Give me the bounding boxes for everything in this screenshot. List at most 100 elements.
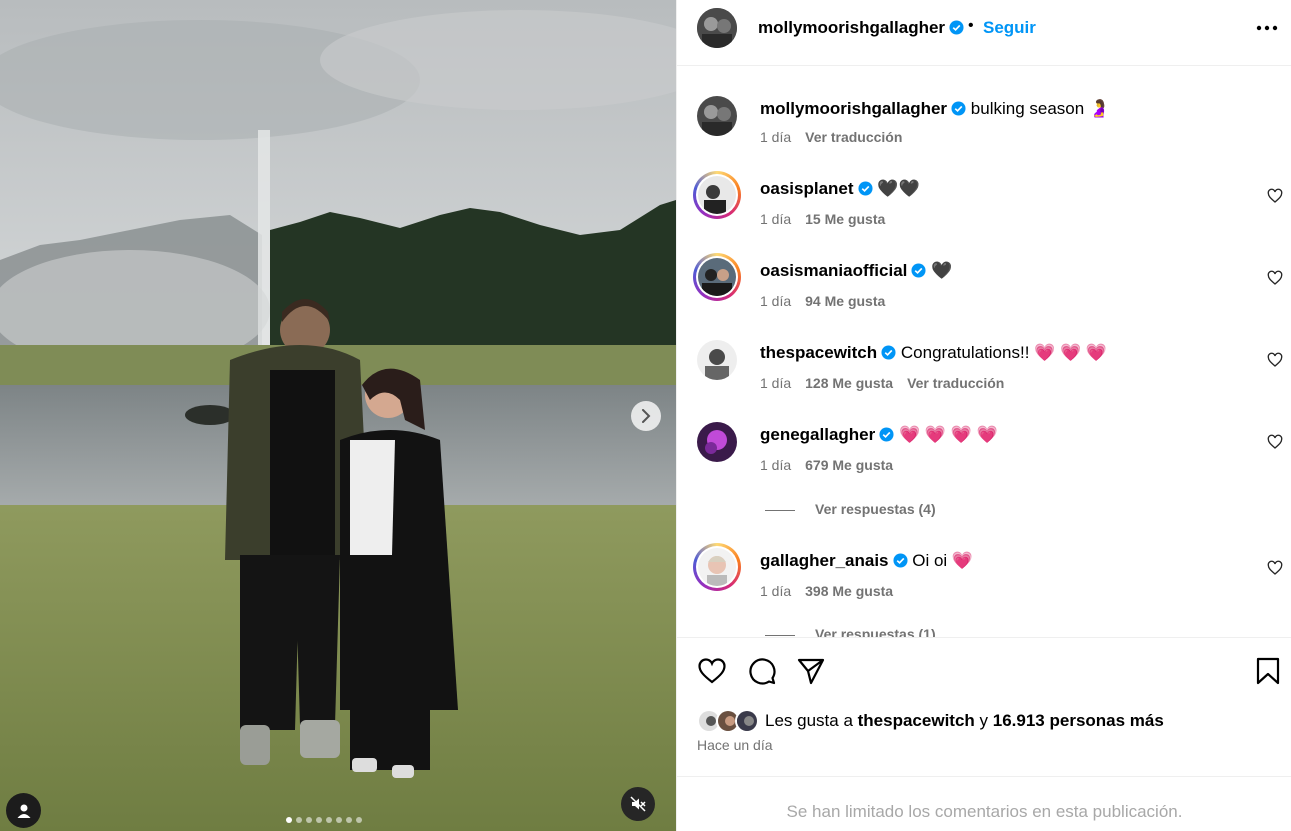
like-comment-heart-icon[interactable] bbox=[1267, 434, 1283, 450]
comment-username[interactable]: oasisplanet bbox=[760, 179, 854, 198]
user-icon bbox=[17, 804, 30, 818]
author-avatar[interactable] bbox=[697, 8, 737, 48]
comment-meta: 1 día 679 Me gusta bbox=[760, 457, 907, 473]
commenter-avatar bbox=[698, 548, 736, 586]
like-comment-heart-icon[interactable] bbox=[1267, 270, 1283, 286]
carousel-dot bbox=[326, 817, 332, 823]
comment-likes[interactable]: 15 Me gusta bbox=[805, 211, 885, 227]
view-replies-button[interactable]: Ver respuestas (4) bbox=[765, 501, 936, 517]
post-photo bbox=[0, 0, 676, 831]
liker-avatar bbox=[735, 709, 759, 733]
liker-avatars[interactable] bbox=[697, 708, 763, 734]
comment-username[interactable]: thespacewitch bbox=[760, 343, 877, 362]
comment-item: oasismaniaofficial 🖤 1 día 94 Me gusta bbox=[677, 253, 1291, 313]
verified-badge-icon bbox=[892, 553, 908, 568]
comment-username[interactable]: gallagher_anais bbox=[760, 551, 889, 570]
carousel-dot bbox=[306, 817, 312, 823]
story-ring[interactable] bbox=[693, 171, 741, 219]
story-ring[interactable] bbox=[693, 253, 741, 301]
post-timestamp: Hace un día bbox=[697, 737, 773, 753]
comment-meta: 1 día 398 Me gusta bbox=[760, 583, 907, 599]
caption-meta: 1 día Ver traducción bbox=[760, 129, 916, 145]
carousel-dot bbox=[346, 817, 352, 823]
caption-text: bulking season 🤰 bbox=[970, 99, 1111, 118]
comment-time: 1 día bbox=[760, 583, 792, 599]
verified-badge-icon bbox=[951, 101, 966, 116]
caption-time: 1 día bbox=[760, 129, 792, 145]
post-header: mollymoorishgallagher • Seguir bbox=[677, 0, 1291, 66]
caption-text-line: mollymoorishgallagher bulking season 🤰 bbox=[760, 99, 1110, 119]
translate-link[interactable]: Ver traducción bbox=[907, 375, 1004, 391]
replies-divider bbox=[765, 509, 795, 511]
verified-badge-icon bbox=[858, 181, 873, 196]
like-comment-heart-icon[interactable] bbox=[1267, 560, 1283, 576]
comment-text: Congratulations!! 💗 💗 💗 bbox=[900, 343, 1108, 362]
comment-text-line: genegallagher 💗 💗 💗 💗 bbox=[760, 425, 998, 445]
carousel-indicator bbox=[286, 817, 362, 823]
comment-time: 1 día bbox=[760, 457, 792, 473]
comment-username[interactable]: genegallagher bbox=[760, 425, 875, 444]
comment-bubble-icon[interactable] bbox=[747, 656, 777, 686]
story-ring[interactable] bbox=[693, 543, 741, 591]
verified-badge-icon bbox=[911, 263, 926, 278]
save-bookmark-icon[interactable] bbox=[1253, 656, 1283, 686]
more-options-icon[interactable] bbox=[1254, 16, 1280, 40]
view-replies-label: Ver respuestas (4) bbox=[815, 501, 936, 517]
translate-link[interactable]: Ver traducción bbox=[805, 129, 902, 145]
comment-item: genegallagher 💗 💗 💗 💗 1 día 679 Me gusta bbox=[677, 422, 1291, 482]
next-media-button[interactable] bbox=[631, 401, 661, 431]
post-media[interactable] bbox=[0, 0, 676, 831]
caption-username[interactable]: mollymoorishgallagher bbox=[760, 99, 947, 118]
post-actions: Les gusta a thespacewitch y 16.913 perso… bbox=[677, 637, 1291, 777]
comment-meta: 1 día 128 Me gusta Ver traducción bbox=[760, 375, 1018, 391]
view-replies-button[interactable]: Ver respuestas (1) bbox=[765, 626, 936, 637]
tagged-users-button[interactable] bbox=[6, 793, 41, 828]
likes-user[interactable]: thespacewitch bbox=[858, 711, 975, 731]
comment-text-line: thespacewitch Congratulations!! 💗 💗 💗 bbox=[760, 343, 1107, 363]
comment-likes[interactable]: 679 Me gusta bbox=[805, 457, 893, 473]
comment-text: 💗 💗 💗 💗 bbox=[899, 425, 998, 444]
likes-summary: Les gusta a thespacewitch y 16.913 perso… bbox=[697, 708, 1164, 734]
replies-divider bbox=[765, 634, 795, 636]
speaker-muted-icon bbox=[630, 796, 646, 812]
caption: mollymoorishgallagher bulking season 🤰 1… bbox=[677, 96, 1291, 156]
comment-text: Oi oi 💗 bbox=[912, 551, 974, 570]
carousel-dot bbox=[286, 817, 292, 823]
comment-text-line: oasisplanet 🖤🖤 bbox=[760, 179, 920, 199]
comment-likes[interactable]: 128 Me gusta bbox=[805, 375, 893, 391]
likes-count[interactable]: 16.913 personas más bbox=[993, 711, 1164, 731]
comment-meta: 1 día 15 Me gusta bbox=[760, 211, 899, 227]
view-replies-label: Ver respuestas (1) bbox=[815, 626, 936, 637]
comment-text-line: oasismaniaofficial 🖤 bbox=[760, 261, 952, 281]
comments-limited-notice: Se han limitado los comentarios en esta … bbox=[677, 776, 1291, 831]
post-details-panel: mollymoorishgallagher • Seguir mollymoor… bbox=[676, 0, 1291, 831]
verified-badge-icon bbox=[881, 345, 896, 360]
audio-toggle-button[interactable] bbox=[621, 787, 655, 821]
like-heart-icon[interactable] bbox=[697, 656, 727, 686]
comment-time: 1 día bbox=[760, 211, 792, 227]
share-paper-plane-icon[interactable] bbox=[796, 656, 826, 686]
likes-conj: y bbox=[979, 711, 989, 730]
chevron-right-icon bbox=[642, 409, 651, 423]
like-comment-heart-icon[interactable] bbox=[1267, 352, 1283, 368]
commenter-avatar bbox=[698, 258, 736, 296]
comment-item: oasisplanet 🖤🖤 1 día 15 Me gusta bbox=[677, 171, 1291, 231]
like-comment-heart-icon[interactable] bbox=[1267, 188, 1283, 204]
header-separator: • bbox=[968, 17, 974, 34]
carousel-dot bbox=[316, 817, 322, 823]
comment-time: 1 día bbox=[760, 293, 792, 309]
carousel-dot bbox=[336, 817, 342, 823]
commenter-avatar[interactable] bbox=[697, 340, 737, 380]
comment-likes[interactable]: 94 Me gusta bbox=[805, 293, 885, 309]
comment-text: 🖤 bbox=[931, 261, 953, 280]
comment-item: gallagher_anais Oi oi 💗 1 día 398 Me gust… bbox=[677, 543, 1291, 603]
comment-likes[interactable]: 398 Me gusta bbox=[805, 583, 893, 599]
carousel-dot bbox=[296, 817, 302, 823]
carousel-dot bbox=[356, 817, 362, 823]
author-avatar[interactable] bbox=[697, 96, 737, 136]
author-username[interactable]: mollymoorishgallagher bbox=[758, 18, 964, 38]
comment-username[interactable]: oasismaniaofficial bbox=[760, 261, 907, 280]
follow-button[interactable]: Seguir bbox=[983, 18, 1036, 38]
commenter-avatar[interactable] bbox=[697, 422, 737, 462]
comments-list[interactable]: mollymoorishgallagher bulking season 🤰 1… bbox=[677, 67, 1291, 637]
